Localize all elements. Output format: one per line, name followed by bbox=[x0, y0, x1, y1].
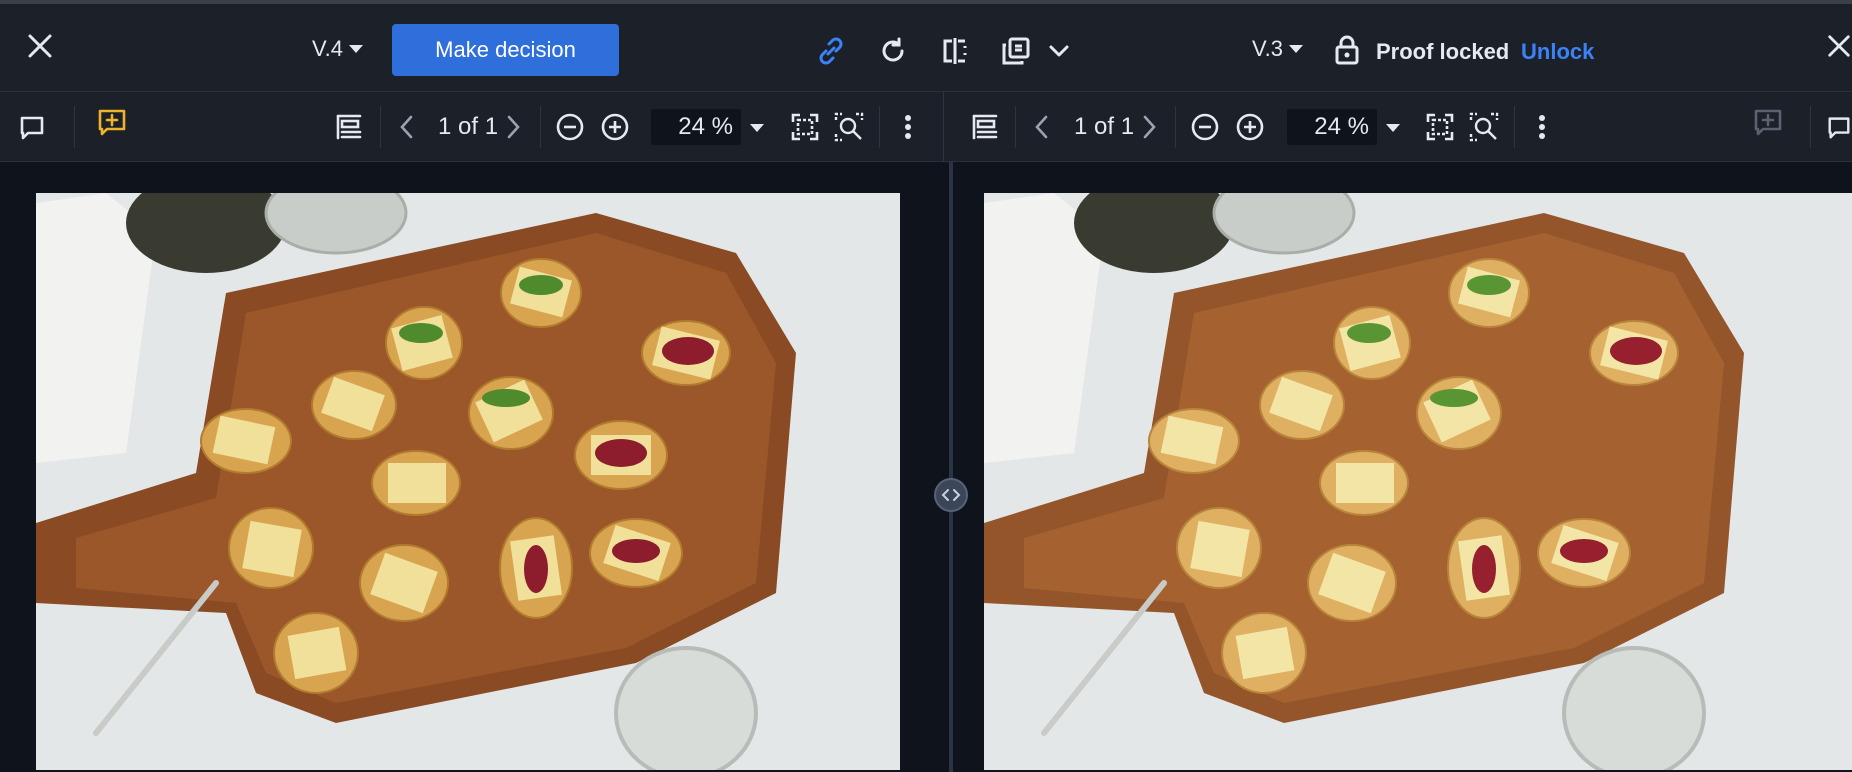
right-version-selector[interactable]: V.3 bbox=[1252, 36, 1304, 62]
left-proof-image[interactable] bbox=[36, 193, 900, 770]
more-vertical-icon[interactable] bbox=[893, 109, 923, 145]
zoom-in-icon[interactable] bbox=[1232, 109, 1268, 145]
toolbar-divider bbox=[1810, 106, 1811, 148]
chevron-right-icon[interactable] bbox=[498, 110, 528, 144]
page-layout-icon[interactable] bbox=[966, 108, 1004, 146]
caret-down-icon[interactable] bbox=[746, 118, 768, 138]
zoom-input[interactable]: 24 % bbox=[1287, 109, 1377, 145]
close-icon[interactable] bbox=[22, 28, 58, 64]
zoom-input[interactable]: 24 % bbox=[651, 109, 741, 145]
zoom-in-icon[interactable] bbox=[597, 109, 633, 145]
chevron-right-icon[interactable] bbox=[1134, 110, 1164, 144]
right-version-label: V.3 bbox=[1252, 36, 1284, 61]
page-indicator: 1 of 1 bbox=[438, 113, 499, 140]
zoom-out-icon[interactable] bbox=[1187, 109, 1223, 145]
zoom-area-icon[interactable] bbox=[1466, 109, 1502, 145]
panel-divider bbox=[943, 92, 944, 162]
add-annotation-icon bbox=[1749, 104, 1787, 142]
toolbar-divider bbox=[1015, 106, 1016, 148]
chevron-down-icon[interactable] bbox=[1042, 34, 1076, 68]
page-indicator: 1 of 1 bbox=[1074, 113, 1135, 140]
toolbar-divider bbox=[74, 106, 75, 148]
left-version-label: V.4 bbox=[312, 36, 344, 61]
splitter-handle-icon[interactable] bbox=[934, 478, 968, 512]
unlock-link[interactable]: Unlock bbox=[1521, 39, 1594, 65]
fit-screen-icon[interactable] bbox=[787, 109, 823, 145]
proof-locked-label: Proof locked bbox=[1376, 39, 1510, 64]
left-version-selector[interactable]: V.4 bbox=[312, 36, 364, 62]
compare-split-icon[interactable] bbox=[936, 32, 974, 70]
page-layout-icon[interactable] bbox=[330, 108, 368, 146]
toolbar-divider bbox=[879, 106, 880, 148]
zoom-out-icon[interactable] bbox=[552, 109, 588, 145]
top-bar: V.4 Make decision V.3 Proof locked Unloc… bbox=[0, 0, 1852, 92]
caret-down-icon[interactable] bbox=[1382, 118, 1404, 138]
comparison-splitter[interactable] bbox=[949, 162, 953, 772]
close-icon[interactable] bbox=[1826, 28, 1852, 64]
fit-screen-icon[interactable] bbox=[1422, 109, 1458, 145]
add-annotation-icon[interactable] bbox=[93, 104, 131, 142]
comment-icon[interactable] bbox=[1826, 109, 1852, 145]
chevron-left-icon[interactable] bbox=[1027, 110, 1057, 144]
toolbar-divider bbox=[1175, 106, 1176, 148]
link-icon[interactable] bbox=[812, 32, 850, 70]
toolbar-divider bbox=[1514, 106, 1515, 148]
right-proof-image[interactable] bbox=[984, 193, 1852, 770]
comment-icon[interactable] bbox=[14, 109, 50, 145]
toolbar-divider bbox=[380, 106, 381, 148]
caret-down-icon bbox=[349, 45, 364, 53]
refresh-icon[interactable] bbox=[874, 32, 912, 70]
overlay-icon[interactable] bbox=[996, 32, 1036, 70]
chevron-left-icon[interactable] bbox=[392, 110, 422, 144]
caret-down-icon bbox=[1289, 45, 1304, 53]
viewer-toolbar: 1 of 1 24 % 1 of 1 24 % bbox=[0, 92, 1852, 162]
zoom-area-icon[interactable] bbox=[831, 109, 867, 145]
toolbar-divider bbox=[540, 106, 541, 148]
more-vertical-icon[interactable] bbox=[1527, 109, 1557, 145]
lock-icon bbox=[1332, 32, 1362, 68]
make-decision-button[interactable]: Make decision bbox=[392, 24, 619, 76]
